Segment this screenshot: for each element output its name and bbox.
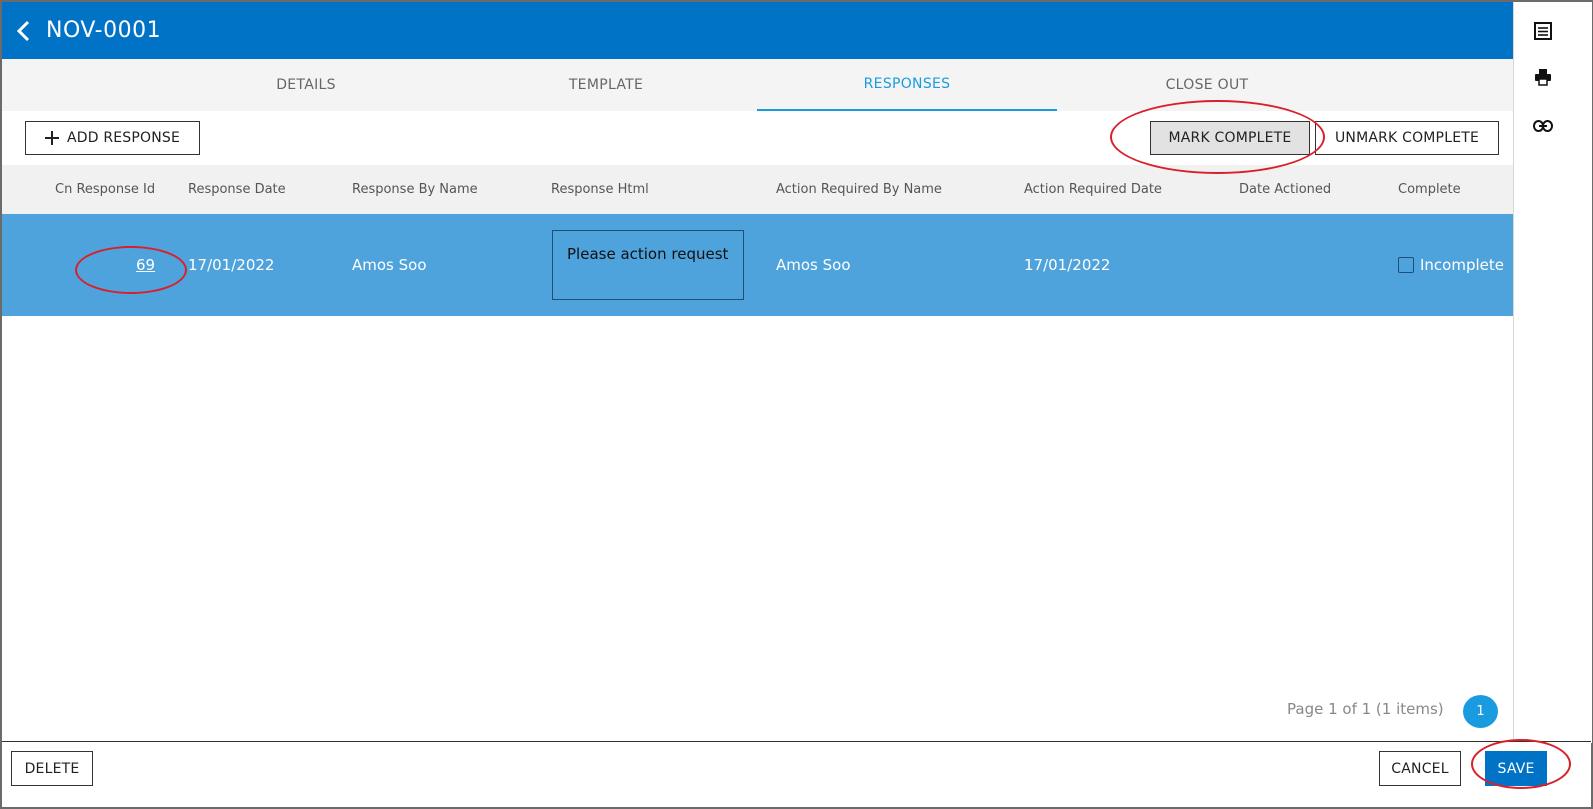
pager-page-button[interactable]: 1 [1463,695,1498,728]
right-toolbar [1513,2,1592,743]
header-bar: NOV-0001 [2,2,1513,59]
column-header-action-required-by-name[interactable]: Action Required By Name [776,165,942,214]
tab-details[interactable]: DETAILS [156,59,456,111]
column-header-response-html[interactable]: Response Html [551,165,649,214]
column-header-action-required-date[interactable]: Action Required Date [1024,165,1162,214]
pager-info: Page 1 of 1 (1 items) [1287,700,1444,718]
unmark-complete-button[interactable]: UNMARK COMPLETE [1315,121,1499,155]
link-icon[interactable] [1529,112,1557,140]
delete-button[interactable]: DELETE [11,751,93,786]
response-by-cell: Amos Soo [352,256,427,274]
grid-header: Cn Response Id Response Date Response By… [2,165,1513,214]
add-response-button[interactable]: ADD RESPONSE [25,121,200,155]
column-header-response-date[interactable]: Response Date [188,165,286,214]
tab-template[interactable]: TEMPLATE [456,59,756,111]
response-date-cell: 17/01/2022 [188,256,275,274]
save-button[interactable]: SAVE [1485,751,1547,786]
action-by-cell: Amos Soo [776,256,851,274]
tab-bar: DETAILS TEMPLATE RESPONSES CLOSE OUT [2,59,1513,111]
response-id-link[interactable]: 69 [136,214,155,316]
complete-cell: Incomplete [1398,214,1504,316]
tab-close-out[interactable]: CLOSE OUT [1057,59,1357,111]
cancel-button[interactable]: CANCEL [1379,751,1461,786]
back-chevron-icon[interactable] [6,2,42,59]
table-row[interactable]: 69 17/01/2022 Amos Soo Please action req… [2,214,1513,316]
footer-bar [2,741,1591,794]
column-header-cn-response-id[interactable]: Cn Response Id [55,165,155,214]
column-header-complete[interactable]: Complete [1398,165,1461,214]
print-icon[interactable] [1529,63,1557,91]
plus-icon [44,131,59,145]
page-title: NOV-0001 [46,18,162,43]
action-date-cell: 17/01/2022 [1024,256,1111,274]
add-response-label: ADD RESPONSE [66,130,181,146]
column-header-response-by-name[interactable]: Response By Name [352,165,478,214]
mark-complete-button[interactable]: MARK COMPLETE [1150,121,1310,155]
response-html-cell: Please action request [552,230,744,300]
column-header-date-actioned[interactable]: Date Actioned [1239,165,1331,214]
complete-checkbox[interactable] [1398,257,1414,273]
tab-responses[interactable]: RESPONSES [757,59,1057,111]
list-icon[interactable] [1529,17,1557,45]
complete-status-label: Incomplete [1420,256,1504,274]
